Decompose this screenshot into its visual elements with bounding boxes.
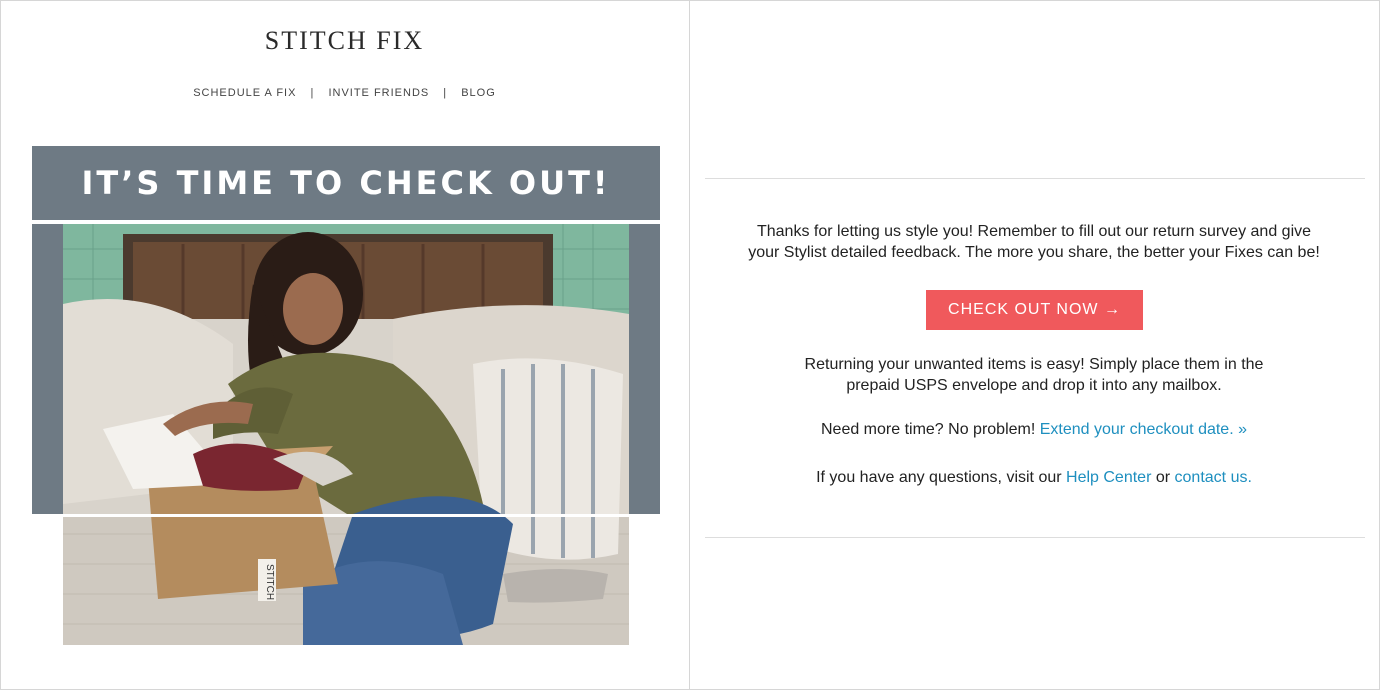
- contact-us-link[interactable]: contact us.: [1175, 469, 1252, 486]
- top-rule: [705, 178, 1365, 179]
- extend-checkout-link[interactable]: Extend your checkout date. »: [1040, 421, 1247, 438]
- checkout-banner: IT’S TIME TO CHECK OUT!: [32, 146, 660, 220]
- questions-text: If you have any questions, visit our: [816, 469, 1062, 486]
- stitch-fix-logo[interactable]: STITCH FIX: [0, 26, 689, 56]
- intro-line-1: Thanks for letting us style you! Remembe…: [756, 223, 1312, 240]
- box-label: STITCH: [264, 564, 275, 600]
- questions-paragraph: If you have any questions, visit our Hel…: [690, 467, 1378, 488]
- hero-photo-illustration: STITCH: [63, 224, 629, 645]
- help-center-link[interactable]: Help Center: [1066, 469, 1151, 486]
- nav-separator: |: [443, 87, 448, 99]
- photo-divider-line: [32, 514, 660, 517]
- intro-line-2: your Stylist detailed feedback. The more…: [748, 244, 1320, 261]
- check-out-now-button[interactable]: CHECK OUT NOW →: [926, 290, 1143, 330]
- return-line-1: Returning your unwanted items is easy! S…: [804, 356, 1264, 373]
- return-paragraph: Returning your unwanted items is easy! S…: [690, 354, 1378, 396]
- or-text: or: [1155, 469, 1171, 486]
- nav-blog[interactable]: BLOG: [461, 87, 496, 99]
- hero-photo[interactable]: STITCH: [63, 224, 629, 645]
- top-nav: SCHEDULE A FIX | INVITE FRIENDS | BLOG: [0, 87, 689, 99]
- nav-schedule-a-fix[interactable]: SCHEDULE A FIX: [193, 87, 296, 99]
- more-time-paragraph: Need more time? No problem! Extend your …: [690, 419, 1378, 440]
- left-panel: STITCH FIX SCHEDULE A FIX | INVITE FRIEN…: [0, 0, 689, 690]
- bottom-rule: [705, 537, 1365, 538]
- more-time-text: Need more time? No problem!: [820, 421, 1036, 438]
- nav-invite-friends[interactable]: INVITE FRIENDS: [328, 87, 429, 99]
- return-line-2: prepaid USPS envelope and drop it into a…: [846, 377, 1222, 394]
- intro-paragraph: Thanks for letting us style you! Remembe…: [690, 221, 1378, 263]
- nav-separator: |: [310, 87, 315, 99]
- banner-title: IT’S TIME TO CHECK OUT!: [81, 164, 611, 202]
- right-panel: Thanks for letting us style you! Remembe…: [690, 0, 1378, 690]
